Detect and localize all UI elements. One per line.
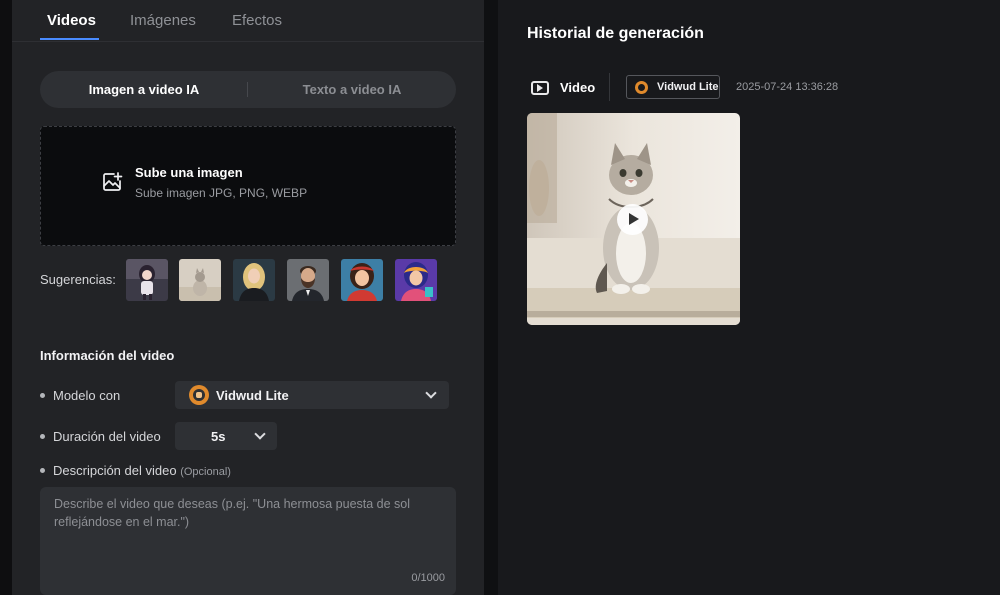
description-label: Descripción del video (Opcional) [53, 463, 231, 478]
suggestion-bearded-man[interactable] [287, 259, 329, 301]
image-upload-area[interactable]: Sube una imagen Sube imagen JPG, PNG, WE… [40, 126, 456, 246]
suggestion-cat[interactable] [179, 259, 221, 301]
window-edge [0, 0, 12, 595]
chevron-down-icon [254, 428, 266, 440]
suggestions-label: Sugerencias: [40, 272, 116, 287]
chevron-down-icon [425, 387, 437, 399]
duration-select-value: 5s [211, 429, 226, 444]
vidwud-logo-icon [189, 385, 209, 405]
description-placeholder: Describe el video que deseas (p.ej. "Una… [54, 497, 411, 529]
bullet-model [40, 393, 45, 398]
history-divider [609, 73, 610, 101]
image-to-video-button[interactable]: Imagen a video IA [40, 71, 248, 108]
mode-toggle: Imagen a video IA Texto a video IA [40, 71, 456, 108]
active-tab-indicator [40, 38, 99, 40]
model-select-value: Vidwud Lite [216, 388, 289, 403]
bullet-duration [40, 434, 45, 439]
upload-title: Sube una imagen [135, 165, 243, 180]
bullet-description [40, 468, 45, 473]
duration-label: Duración del video [53, 429, 161, 444]
category-tabs: Videos Imágenes Efectos [12, 0, 484, 42]
text-to-video-button[interactable]: Texto a video IA [248, 71, 456, 108]
description-label-text: Descripción del video [53, 463, 177, 478]
suggestion-anime-girl[interactable] [126, 259, 168, 301]
video-info-title: Información del video [40, 348, 175, 363]
history-title: Historial de generación [527, 25, 704, 42]
suggestion-colorful-character[interactable] [395, 259, 437, 301]
model-select[interactable]: Vidwud Lite [175, 381, 449, 409]
generator-panel: Videos Imágenes Efectos Imagen a video I… [12, 0, 484, 595]
upload-formats: Sube imagen JPG, PNG, WEBP [135, 186, 308, 200]
tab-images[interactable]: Imágenes [130, 12, 196, 29]
suggestion-cartoon-woman[interactable] [341, 259, 383, 301]
history-panel: Historial de generación Video Vidwud Lit… [498, 0, 1000, 595]
play-icon[interactable] [617, 204, 648, 235]
history-type-label: Video [560, 80, 596, 95]
model-badge-text: Vidwud Lite [657, 81, 719, 93]
image-upload-icon [103, 172, 123, 191]
model-label: Modelo con [53, 388, 121, 403]
model-badge: Vidwud Lite [626, 75, 720, 99]
suggestion-blonde-woman[interactable] [233, 259, 275, 301]
character-count: 0/1000 [411, 572, 445, 584]
generated-video-thumbnail[interactable] [527, 113, 740, 325]
vidwud-logo-icon [635, 81, 648, 94]
optional-tag: (Opcional) [180, 466, 231, 478]
history-timestamp: 2025-07-24 13:36:28 [736, 81, 839, 93]
tab-videos[interactable]: Videos [47, 12, 96, 29]
duration-select[interactable]: 5s [175, 422, 277, 450]
description-input[interactable]: Describe el video que deseas (p.ej. "Una… [40, 487, 456, 595]
panel-divider [484, 0, 498, 595]
video-icon [531, 81, 549, 95]
tab-effects[interactable]: Efectos [232, 12, 282, 29]
